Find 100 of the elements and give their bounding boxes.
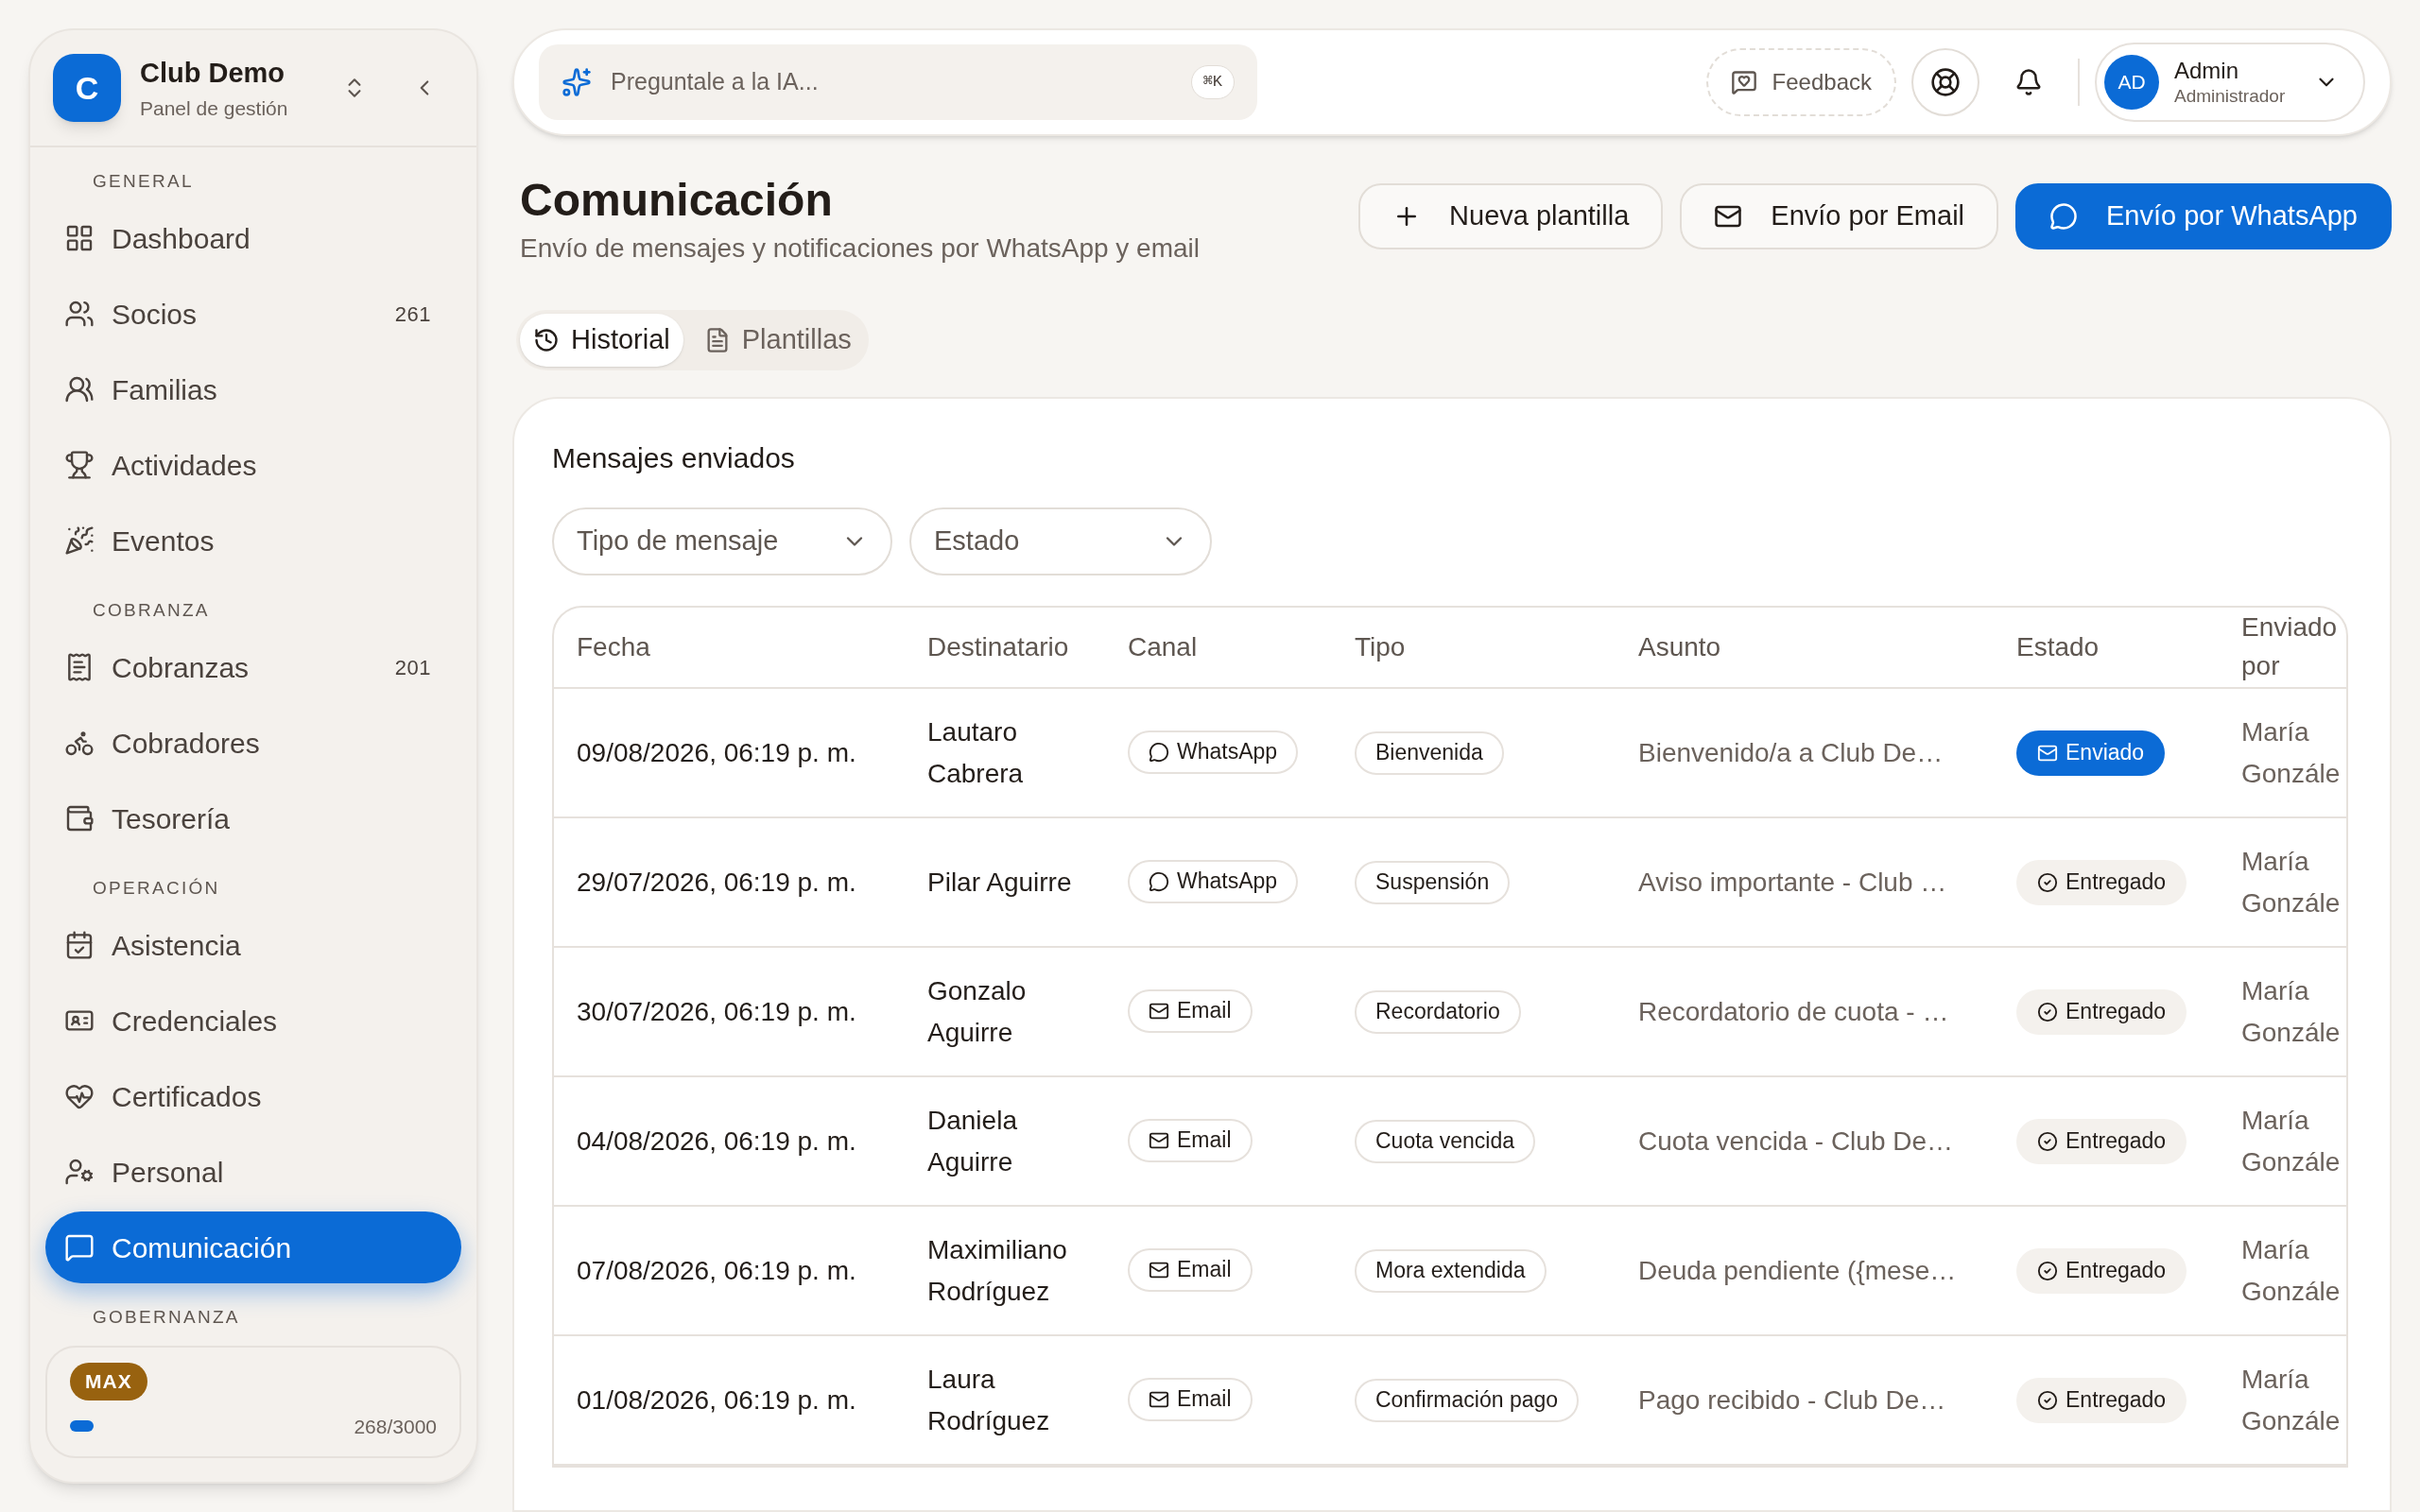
help-button[interactable]: [1911, 48, 1979, 116]
sparkles-icon: [562, 67, 592, 97]
sidebar-item[interactable]: Socios 261: [45, 278, 461, 350]
user-menu[interactable]: AD Admin Administrador: [2095, 43, 2365, 122]
user-cog-icon: [64, 1157, 95, 1187]
check-circle-icon: [2037, 871, 2058, 893]
sidebar-item[interactable]: Comunicación: [45, 1211, 461, 1283]
table-cell-text: María Gonzále: [2241, 1234, 2342, 1308]
table-cell-text: Maximiliano Rodríguez: [927, 1234, 1068, 1308]
trophy-icon: [64, 450, 95, 480]
page-title: Comunicación: [520, 174, 834, 227]
action-button[interactable]: Envío por WhatsApp: [2015, 183, 2392, 249]
channel-tag: WhatsApp: [1128, 860, 1299, 904]
wallet-icon: [64, 803, 95, 833]
section-title: GENERAL: [92, 169, 195, 193]
tab[interactable]: Plantillas: [690, 314, 865, 367]
table-cell: Deuda pendiente ({mese…: [1638, 1255, 1957, 1285]
sidebar-item[interactable]: Cobranzas 201: [45, 631, 461, 703]
table-cell-text: María Gonzále: [2241, 975, 2342, 1049]
sidebar-item[interactable]: Dashboard: [45, 202, 461, 274]
column-header: Estado: [2016, 630, 2100, 663]
lifebuoy-icon: [1930, 67, 1961, 97]
sidebar-item[interactable]: Credenciales: [45, 985, 461, 1057]
column-header: Fecha: [576, 630, 651, 663]
section-title: GOBERNANZA: [92, 1305, 241, 1329]
sidebar-item[interactable]: Familias: [45, 353, 461, 425]
channel-tag: Email: [1128, 1378, 1253, 1422]
sidebar-item[interactable]: Certificados: [45, 1060, 461, 1132]
status-tag: Entregado: [2016, 1118, 2187, 1164]
action-button[interactable]: Envío por Email: [1680, 183, 1998, 249]
table-cell-text: Pilar Aguirre: [927, 866, 1073, 899]
table-cell: Recordatorio de cuota - …: [1638, 996, 1949, 1026]
type-tag: Cuota vencida: [1355, 1119, 1536, 1163]
ai-search-field[interactable]: Preguntale a la IA... ⌘K: [539, 44, 1257, 120]
column-header: Enviado por: [2241, 611, 2339, 682]
table-cell: 30/07/2026, 06:19 p. m.: [577, 996, 856, 1026]
sidebar-item[interactable]: Actividades: [45, 429, 461, 501]
table-cell-text: María Gonzále: [2241, 716, 2342, 790]
bell-icon: [2014, 68, 2043, 96]
channel-tag: Email: [1128, 1119, 1253, 1163]
status-tag: Entregado: [2016, 1377, 2187, 1423]
type-tag: Recordatorio: [1355, 989, 1521, 1034]
type-tag: Confirmación pago: [1355, 1378, 1580, 1422]
status-tag: Entregado: [2016, 988, 2187, 1035]
check-circle-icon: [2037, 1001, 2058, 1022]
check-circle-icon: [2037, 1389, 2058, 1411]
users-icon: [64, 374, 95, 404]
chat-bubble-icon: [1149, 871, 1169, 893]
table-cell: 01/08/2026, 06:19 p. m.: [577, 1384, 856, 1415]
chat-bubble-icon: [1149, 742, 1169, 764]
count-label: 201: [393, 654, 432, 681]
sidebar-item[interactable]: Personal: [45, 1136, 461, 1208]
club-name: Club Demo: [140, 56, 286, 90]
table-cell: 07/08/2026, 06:19 p. m.: [577, 1255, 856, 1285]
chat-bubble-icon: [2049, 202, 2078, 231]
club-subtitle: Panel de gestión: [140, 96, 289, 121]
filter-select[interactable]: Estado: [909, 507, 1212, 576]
usage-count: 268/3000: [354, 1414, 437, 1439]
page-subtitle: Envío de mensajes y notificaciones por WhatsApp y email: [520, 232, 1201, 265]
channel-tag: Email: [1128, 989, 1253, 1034]
type-tag: Mora extendida: [1355, 1248, 1547, 1293]
users-icon: [64, 299, 95, 329]
party-popper-icon: [64, 525, 95, 556]
table-cell-text: Laura Rodríguez: [927, 1364, 1051, 1437]
table-cell-text: María Gonzále: [2241, 1364, 2342, 1437]
table-cell: 09/08/2026, 06:19 p. m.: [577, 737, 856, 767]
user-name: Admin: [2174, 57, 2239, 86]
sidebar-item[interactable]: Cobradores: [45, 707, 461, 779]
section-title: OPERACIÓN: [92, 876, 221, 900]
channel-tag: WhatsApp: [1128, 730, 1299, 775]
type-tag: Suspensión: [1355, 860, 1511, 904]
club-avatar: C: [53, 54, 121, 122]
table-cell: 04/08/2026, 06:19 p. m.: [577, 1125, 856, 1156]
check-circle-icon: [2037, 1260, 2058, 1281]
status-tag: Enviado: [2016, 730, 2166, 776]
table-cell: Pago recibido - Club De…: [1638, 1384, 1946, 1415]
action-button[interactable]: Nueva plantilla: [1358, 183, 1664, 249]
count-label: 261: [393, 301, 432, 328]
message-heart-icon: [1730, 69, 1757, 95]
table-cell-text: Daniela Aguirre: [927, 1105, 1018, 1178]
feedback-button[interactable]: Feedback: [1705, 48, 1896, 116]
history-icon: [533, 327, 560, 353]
message-icon: [64, 1232, 95, 1263]
sidebar-item[interactable]: Tesorería: [45, 782, 461, 854]
status-tag: Entregado: [2016, 859, 2187, 905]
sidebar-item[interactable]: Asistencia: [45, 909, 461, 981]
user-avatar: AD: [2104, 55, 2159, 110]
plan-badge: MAX: [70, 1363, 147, 1400]
table-cell-text: Lautaro Cabrera: [927, 716, 1025, 790]
table-cell-text: María Gonzále: [2241, 1105, 2342, 1178]
calendar-check-icon: [64, 930, 95, 960]
card-title: Mensajes enviados: [552, 441, 796, 475]
check-circle-icon: [2037, 1130, 2058, 1152]
table-cell: 29/07/2026, 06:19 p. m.: [577, 867, 856, 897]
column-header: Canal: [1128, 630, 1199, 663]
table-cell: Cuota vencida - Club De…: [1638, 1125, 1954, 1156]
sidebar-item[interactable]: Eventos: [45, 505, 461, 576]
tab[interactable]: Historial: [520, 314, 683, 367]
section-title: COBRANZA: [92, 598, 211, 622]
filter-select[interactable]: Tipo de mensaje: [552, 507, 892, 576]
